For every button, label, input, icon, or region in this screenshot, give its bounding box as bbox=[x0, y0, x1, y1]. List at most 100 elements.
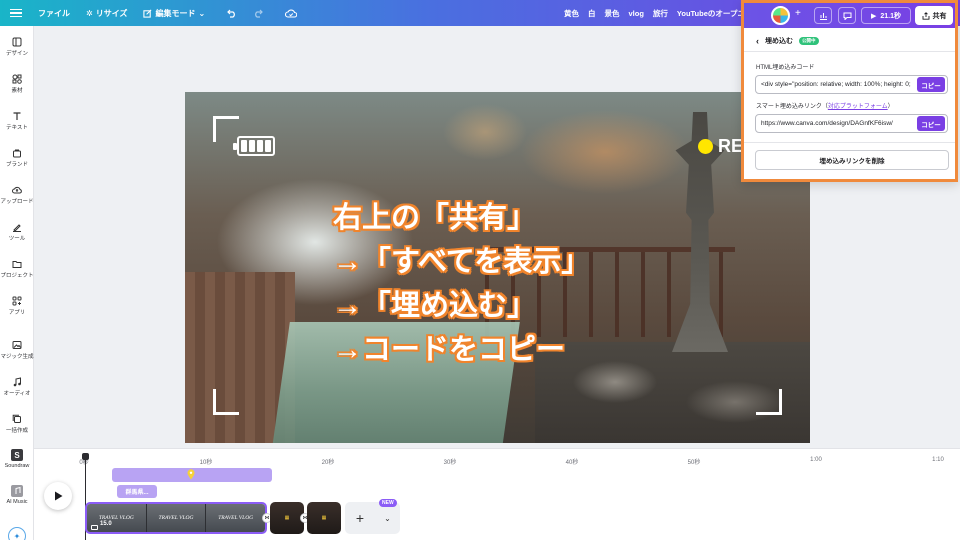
file-menu[interactable]: ファイル bbox=[30, 8, 78, 19]
sidebar-item-label: テキスト bbox=[6, 125, 28, 131]
analytics-button[interactable] bbox=[814, 7, 832, 24]
back-arrow-icon[interactable]: ‹ bbox=[756, 36, 759, 46]
sidebar-item-audio[interactable]: オーディオ bbox=[0, 377, 34, 397]
frame-corner bbox=[213, 116, 239, 142]
design-icon bbox=[12, 37, 22, 47]
pencil-icon bbox=[143, 9, 152, 18]
ruler-tick: 1:10 bbox=[932, 457, 944, 463]
sidebar-item-label: ツール bbox=[8, 236, 26, 242]
ruler-tick: 1:00 bbox=[810, 457, 822, 463]
redo-button[interactable] bbox=[245, 9, 271, 18]
svg-text:S: S bbox=[14, 451, 20, 460]
panel-top-toolbar: + ▶ 21.1秒 共有 bbox=[744, 3, 955, 28]
edit-mode-label: 編集モード bbox=[155, 8, 196, 18]
sidebar-item-label: 一括作成 bbox=[5, 428, 28, 434]
tag: 旅行 bbox=[652, 8, 668, 18]
play-button[interactable] bbox=[44, 482, 72, 510]
share-label: 共有 bbox=[932, 12, 947, 20]
video-clip[interactable]: ▦ bbox=[270, 502, 304, 534]
sidebar-item-bulk[interactable]: 一括作成 bbox=[0, 414, 34, 434]
redo-icon bbox=[255, 9, 264, 18]
ruler-tick: 30秒 bbox=[443, 460, 457, 466]
add-collaborator-button[interactable]: + bbox=[795, 8, 801, 19]
clip-thumbnail: TRAVEL VLOG bbox=[146, 504, 207, 532]
sidebar-item-label: デザイン bbox=[5, 51, 28, 57]
hamburger-menu-icon[interactable] bbox=[10, 8, 22, 18]
share-button[interactable]: 共有 bbox=[915, 6, 953, 25]
transition-icon: ⋈ bbox=[264, 515, 270, 521]
music-icon bbox=[12, 377, 22, 387]
instruction-text[interactable]: 右上の「共有」 →「すべてを表示」 →「埋め込む」 →コードをコピー bbox=[333, 196, 590, 372]
instruction-line: 右上の「共有」 bbox=[333, 202, 537, 234]
embed-panel: + ▶ 21.1秒 共有 ‹ 埋め込む 公開中 HTML埋め込みコード <div… bbox=[741, 0, 958, 182]
cloud-icon bbox=[285, 8, 298, 18]
sidebar-item-projects[interactable]: プロジェクト bbox=[0, 259, 34, 279]
clip-thumbnail-art: ▦ bbox=[321, 515, 327, 521]
edit-mode-dropdown[interactable]: 編集モード ⌄ bbox=[135, 8, 213, 19]
play-icon: ▶ bbox=[870, 12, 877, 20]
smart-embed-label-text: スマート埋め込みリンク（ bbox=[756, 104, 828, 110]
soundraw-icon: S bbox=[11, 449, 23, 461]
sidebar-item-elements[interactable]: 素材 bbox=[0, 74, 34, 94]
html-embed-label: HTML埋め込みコード bbox=[756, 65, 815, 71]
copy-link-button[interactable]: コピー bbox=[917, 116, 945, 131]
video-clip-selected[interactable]: TRAVEL VLOG TRAVEL VLOG TRAVEL VLOG 15.0 bbox=[85, 502, 267, 534]
clip-thumbnail-art: ▦ bbox=[284, 515, 290, 521]
sidebar-item-ai-music[interactable]: AI Music bbox=[0, 485, 34, 505]
cloud-save-status[interactable] bbox=[277, 8, 305, 18]
sidebar-item-label: マジック生成 bbox=[0, 354, 34, 360]
play-preview-button[interactable]: ▶ 21.1秒 bbox=[861, 7, 911, 24]
assistant-icon[interactable]: ✦ bbox=[8, 527, 26, 540]
html-embed-code-field[interactable]: <div style="position: relative; width: 1… bbox=[755, 75, 948, 94]
sidebar-item-upload[interactable]: アップロード bbox=[0, 185, 34, 205]
chart-icon bbox=[819, 12, 827, 20]
copy-html-button[interactable]: コピー bbox=[917, 77, 945, 92]
sidebar-item-label: オーディオ bbox=[3, 391, 31, 397]
sidebar-item-tools[interactable]: ツール bbox=[0, 222, 34, 242]
sidebar-item-design[interactable]: デザイン bbox=[0, 37, 34, 57]
video-clip[interactable]: ▦ bbox=[307, 502, 341, 534]
audio-track[interactable] bbox=[112, 468, 272, 482]
bulk-icon bbox=[12, 414, 22, 424]
panel-header: ‹ 埋め込む 公開中 bbox=[756, 36, 819, 46]
undo-icon bbox=[227, 9, 236, 18]
tag: 景色 bbox=[604, 8, 620, 18]
sidebar-item-soundraw[interactable]: S Soundraw bbox=[0, 449, 34, 469]
chevron-down-icon[interactable]: ⌄ bbox=[375, 514, 400, 523]
comment-button[interactable] bbox=[838, 7, 856, 24]
avatar[interactable] bbox=[771, 6, 790, 25]
new-badge: NEW bbox=[379, 499, 397, 507]
supported-platforms-link[interactable]: 対応プラットフォーム bbox=[828, 104, 888, 110]
divider bbox=[744, 51, 955, 52]
sidebar-item-brand[interactable]: ブランド bbox=[0, 148, 34, 168]
sidebar-item-apps[interactable]: アプリ bbox=[0, 296, 34, 316]
smart-embed-link-value[interactable]: https://www.canva.com/design/DAGnfKF6isw… bbox=[756, 120, 917, 127]
smart-embed-label: スマート埋め込みリンク（対応プラットフォーム） bbox=[756, 101, 894, 110]
divider bbox=[744, 142, 955, 143]
sidebar-item-text[interactable]: テキスト bbox=[0, 111, 34, 131]
magic-icon bbox=[12, 340, 22, 350]
ruler-tick: 10秒 bbox=[199, 460, 213, 466]
resize-button[interactable]: ✲ リサイズ bbox=[78, 8, 135, 19]
delete-embed-link-button[interactable]: 埋め込みリンクを削除 bbox=[755, 150, 949, 170]
file-label: ファイル bbox=[38, 8, 70, 18]
smart-embed-link-field[interactable]: https://www.canva.com/design/DAGnfKF6isw… bbox=[755, 114, 948, 133]
text-layer-chip[interactable]: 群馬県... bbox=[117, 485, 157, 498]
ruler-tick: 40秒 bbox=[565, 460, 579, 466]
rec-dot-icon bbox=[698, 139, 713, 154]
sidebar-item-magic[interactable]: マジック生成 bbox=[0, 340, 34, 360]
frame-corner bbox=[213, 389, 239, 415]
sidebar-item-label: アップロード bbox=[0, 199, 34, 205]
tag: 黄色 bbox=[564, 8, 579, 18]
sidebar-item-label: 素材 bbox=[11, 88, 23, 94]
clip-title: TRAVEL VLOG bbox=[218, 515, 254, 521]
apps-icon bbox=[12, 296, 22, 306]
undo-button[interactable] bbox=[219, 9, 245, 18]
design-canvas[interactable]: REC 右上の「共有」 →「すべてを表示」 →「埋め込む」 →コードをコピー bbox=[185, 92, 810, 443]
sparkle-icon: ✲ bbox=[86, 8, 93, 18]
clip-thumbnail: TRAVEL VLOG bbox=[206, 504, 265, 532]
duration-label: 21.1秒 bbox=[880, 12, 901, 20]
timeline-panel: 0秒 10秒 20秒 30秒 40秒 50秒 1:00 1:10 群馬県... … bbox=[34, 448, 960, 540]
html-embed-code-value[interactable]: <div style="position: relative; width: 1… bbox=[756, 81, 917, 88]
plus-icon[interactable]: + bbox=[345, 510, 375, 526]
